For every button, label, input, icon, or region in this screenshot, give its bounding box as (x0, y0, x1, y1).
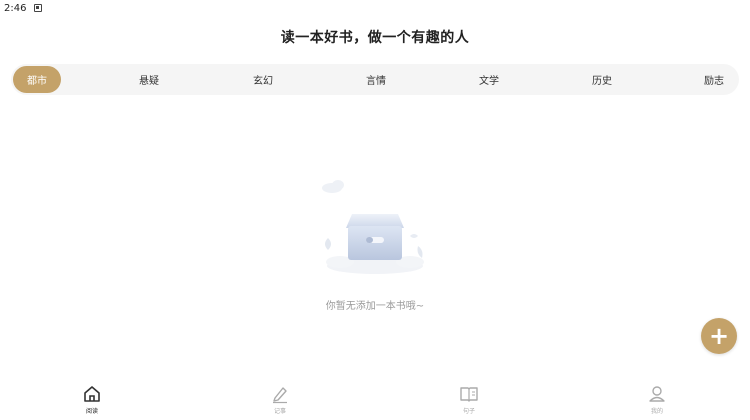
tab-lishi[interactable]: 历史 (582, 64, 622, 95)
nav-item-read[interactable]: 阅读 (62, 384, 122, 415)
nav-item-notes[interactable]: 记事 (250, 384, 310, 415)
pen-icon (273, 387, 287, 404)
tab-xuanyi[interactable]: 悬疑 (129, 64, 169, 95)
bottom-nav: 阅读 记事 句子 我的 (0, 382, 750, 420)
category-tab-bar: 都市 悬疑 玄幻 言情 文学 历史 励志 (11, 64, 739, 95)
tab-dushi[interactable]: 都市 (13, 66, 61, 93)
nav-label-me: 我的 (650, 408, 663, 415)
home-icon (84, 386, 100, 402)
status-time: 2:46 (4, 2, 27, 14)
status-bar: 2:46 (0, 0, 750, 16)
user-icon (649, 386, 665, 402)
tab-wenxue[interactable]: 文学 (469, 64, 509, 95)
nav-label-read: 阅读 (85, 408, 98, 415)
plus-icon: + (708, 322, 730, 350)
empty-box-icon (322, 180, 424, 274)
notification-icon (34, 4, 43, 12)
nav-item-me[interactable]: 我的 (627, 384, 687, 415)
nav-label-notes: 记事 (273, 408, 286, 415)
empty-state-message: 你暂无添加一本书哦~ (325, 301, 425, 312)
page-title: 读一本好书，做一个有趣的人 (280, 30, 470, 46)
tab-yanqing[interactable]: 言情 (356, 64, 396, 95)
nav-item-sentences[interactable]: 句子 (439, 384, 499, 415)
tab-lizhi[interactable]: 励志 (694, 64, 734, 95)
nav-label-sentences: 句子 (462, 408, 475, 415)
tab-xuanhuan[interactable]: 玄幻 (243, 64, 283, 95)
add-book-button[interactable]: + (701, 318, 737, 354)
book-icon (460, 387, 478, 402)
